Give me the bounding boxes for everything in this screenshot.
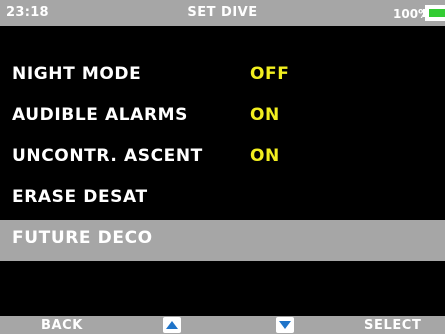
- menu-item-label: ERASE DESAT: [12, 187, 148, 207]
- menu-item-night-mode[interactable]: NIGHT MODE OFF: [0, 56, 445, 97]
- dive-computer-screen: 23:18 SET DIVE 100% NIGHT MODE OFF AUDIB…: [0, 0, 445, 334]
- battery-level-fill: [429, 9, 445, 17]
- menu-item-uncontrolled-ascent[interactable]: UNCONTR. ASCENT ON: [0, 138, 445, 179]
- menu-item-audible-alarms[interactable]: AUDIBLE ALARMS ON: [0, 97, 445, 138]
- select-button[interactable]: SELECT: [364, 318, 421, 333]
- arrow-up-icon[interactable]: [163, 317, 181, 333]
- back-button[interactable]: BACK: [41, 318, 83, 333]
- menu-item-label: NIGHT MODE: [12, 64, 142, 84]
- menu-item-label: AUDIBLE ALARMS: [12, 105, 188, 125]
- menu-item-label: UNCONTR. ASCENT: [12, 146, 203, 166]
- menu-item-erase-desat[interactable]: ERASE DESAT: [0, 179, 445, 220]
- screen-title: SET DIVE: [187, 5, 258, 20]
- softkey-bar: BACK SELECT: [0, 316, 445, 334]
- menu-item-value: OFF: [250, 64, 290, 84]
- arrow-down-icon[interactable]: [276, 317, 294, 333]
- menu-item-value: ON: [250, 146, 280, 166]
- battery-icon: [425, 5, 445, 21]
- up-triangle: [166, 321, 178, 329]
- status-bar: 23:18 SET DIVE 100%: [0, 0, 445, 26]
- menu-item-value: ON: [250, 105, 280, 125]
- menu-item-label: FUTURE DECO: [12, 228, 153, 248]
- down-triangle: [279, 321, 291, 329]
- set-dive-menu: NIGHT MODE OFF AUDIBLE ALARMS ON UNCONTR…: [0, 56, 445, 261]
- menu-item-future-deco[interactable]: FUTURE DECO: [0, 220, 445, 261]
